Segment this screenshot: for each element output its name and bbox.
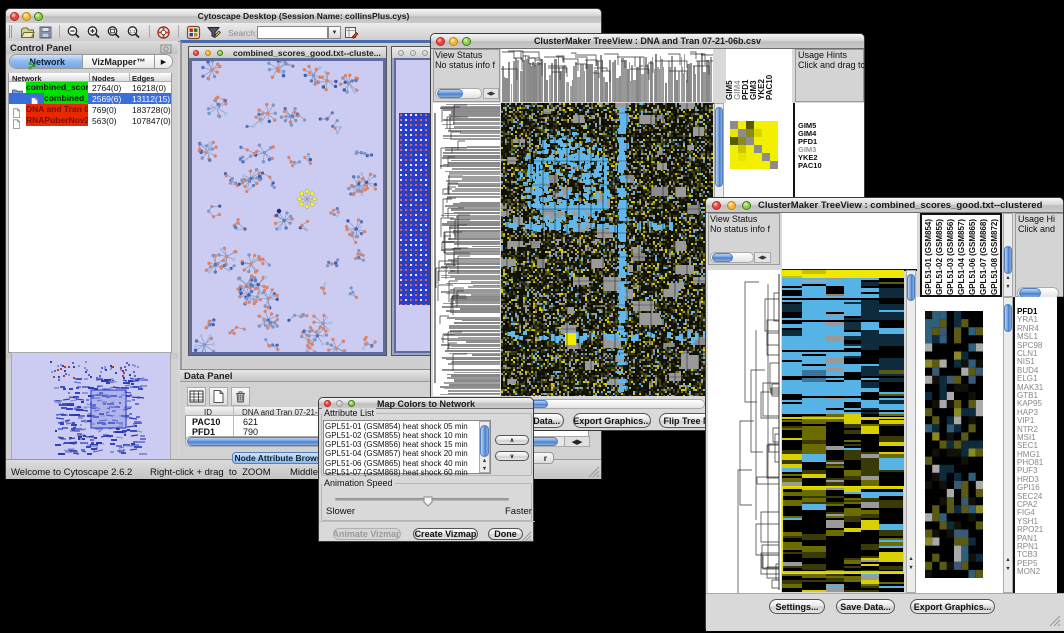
svg-text:GPL51-06 (GSM865): GPL51-06 (GSM865) — [968, 219, 977, 295]
svg-text:GPL51-02 (GSM855): GPL51-02 (GSM855) — [935, 219, 944, 295]
svg-text:PAC10: PAC10 — [765, 74, 774, 100]
svg-text:GPL51-04 (GSM857): GPL51-04 (GSM857) — [957, 219, 966, 295]
svg-text:1:1: 1:1 — [129, 29, 135, 34]
svg-text:GPL51-08 (GSM872): GPL51-08 (GSM872) — [990, 219, 999, 295]
svg-text:GPL51-01 (GSM854): GPL51-01 (GSM854) — [924, 219, 933, 295]
svg-text:GPL51-03 (GSM856): GPL51-03 (GSM856) — [946, 219, 955, 295]
svg-text:GPL51-07 (GSM868): GPL51-07 (GSM868) — [979, 219, 988, 295]
